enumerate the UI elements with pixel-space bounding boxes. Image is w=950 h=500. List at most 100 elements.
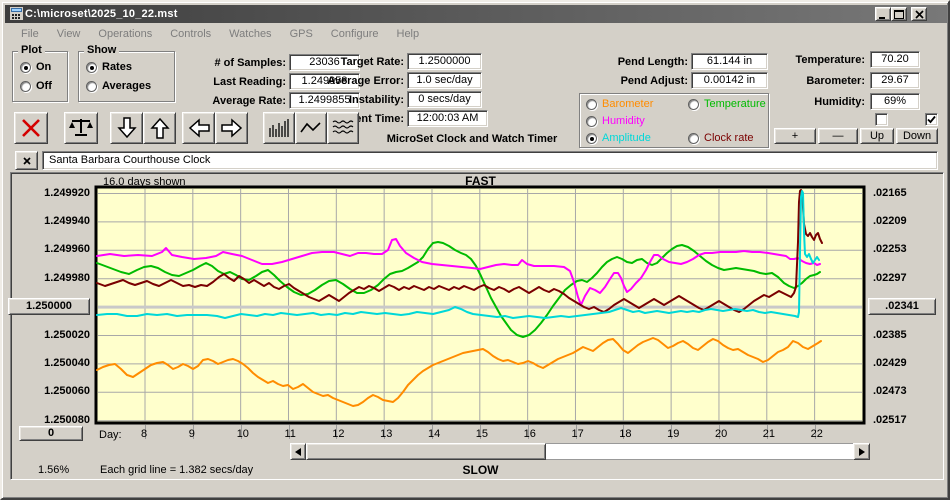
right-axis-label: .02473	[873, 385, 907, 398]
title-bar[interactable]: C:\microset\2025_10_22.mst	[5, 5, 947, 23]
left-axis-button[interactable]: 1.250000	[8, 298, 90, 316]
plot-group-label: Plot	[18, 44, 45, 56]
left-axis-label: 1.250080	[44, 413, 90, 426]
chart-canvas[interactable]	[94, 185, 866, 425]
down-button[interactable]: Down	[896, 128, 938, 144]
right-axis-label: .02517	[873, 413, 907, 426]
day-label: 21	[762, 428, 776, 440]
radio-trace-barometer[interactable]: Barometer	[586, 98, 653, 110]
right-triangle-icon	[858, 447, 865, 456]
env-checkbox-2[interactable]	[925, 113, 938, 126]
target-rate-label: Target Rate:	[340, 56, 404, 68]
plus-button[interactable]: +	[774, 128, 816, 144]
small-x-icon	[22, 156, 31, 165]
day-label: 19	[667, 428, 680, 440]
app-window: C:\microset\2025_10_22.mst File View Opera…	[0, 0, 950, 500]
pend-length-value: 61.144 in	[691, 53, 768, 70]
menu-gps[interactable]: GPS	[281, 28, 322, 40]
menu-view[interactable]: View	[48, 28, 90, 40]
day-label: 9	[188, 428, 195, 440]
right-axis-button[interactable]: .02341	[868, 298, 936, 316]
clock-name-input[interactable]: Santa Barbara Courthouse Clock	[42, 151, 938, 170]
show-group-label: Show	[84, 44, 120, 56]
instability-value: 0 secs/day	[407, 91, 482, 108]
shift-down-button[interactable]	[110, 112, 143, 144]
scrollbar-right-button[interactable]	[853, 443, 870, 460]
radio-show-averages[interactable]: Averages	[86, 80, 151, 92]
day-axis-prefix: Day:	[99, 429, 122, 441]
minimize-button[interactable]	[875, 7, 891, 21]
pend-adjust-label: Pend Adjust:	[620, 75, 688, 87]
scrollbar-left-button[interactable]	[290, 443, 306, 460]
radio-trace-humidity[interactable]: Humidity	[586, 115, 645, 127]
plot-group: Plot On Off	[12, 44, 68, 102]
multi-trace-view-button[interactable]	[327, 112, 359, 144]
line-view-button[interactable]	[295, 112, 327, 144]
average-error-label: Average Error:	[327, 75, 404, 87]
samples-label: # of Samples:	[214, 57, 286, 69]
scroll-right-toolbar-button[interactable]	[215, 112, 248, 144]
histogram-icon	[269, 119, 289, 137]
slow-label: SLOW	[462, 463, 499, 477]
day-label: 20	[715, 428, 728, 440]
scrollbar-thumb[interactable]	[306, 443, 546, 460]
left-axis-label: 1.249980	[44, 271, 90, 284]
radio-icon	[86, 61, 97, 73]
pend-adjust-value: 0.00142 in	[691, 72, 768, 89]
menu-configure[interactable]: Configure	[322, 28, 388, 40]
radio-icon	[86, 80, 97, 92]
humidity-label: Humidity:	[814, 96, 865, 108]
day-label: 10	[236, 428, 249, 440]
barometer-label: Barometer:	[806, 75, 865, 87]
shift-up-button[interactable]	[143, 112, 176, 144]
close-button[interactable]	[911, 7, 927, 21]
wavy-lines-icon	[332, 120, 354, 134]
left-axis-label: 1.249920	[44, 186, 90, 199]
app-icon	[10, 7, 23, 23]
menu-bar: File View Operations Controls Watches GPS Conf…	[6, 25, 948, 42]
zigzag-line-icon	[300, 122, 321, 133]
current-time-value: 12:00:03 AM	[407, 110, 488, 127]
trace-selector-group: Barometer Humidity Amplitude Temperature…	[579, 93, 769, 148]
maximize-button[interactable]	[891, 7, 907, 21]
radio-show-rates[interactable]: Rates	[86, 61, 132, 73]
right-axis-label: .02385	[873, 328, 907, 341]
left-axis-label: 1.250040	[44, 356, 90, 369]
day-label: 8	[141, 428, 148, 440]
minus-button[interactable]: —	[818, 128, 858, 144]
menu-watches[interactable]: Watches	[220, 28, 280, 40]
day-label: 12	[332, 428, 345, 440]
last-reading-label: Last Reading:	[213, 76, 286, 88]
menu-controls[interactable]: Controls	[161, 28, 220, 40]
menu-help[interactable]: Help	[388, 28, 429, 40]
down-arrow-icon	[116, 117, 137, 139]
histogram-view-button[interactable]	[263, 112, 295, 144]
radio-trace-temperature[interactable]: Temperature	[688, 98, 766, 110]
window-title: C:\microset\2025_10_22.mst	[25, 8, 178, 20]
up-arrow-icon	[149, 117, 170, 139]
day-label: 14	[428, 428, 441, 440]
humidity-value: 69%	[870, 93, 920, 110]
zero-button[interactable]: 0	[19, 426, 83, 441]
right-axis-label: .02429	[873, 356, 907, 369]
app-caption: MicroSet Clock and Watch Timer	[386, 133, 558, 145]
day-label: 11	[284, 428, 296, 440]
radio-plot-off[interactable]: Off	[20, 80, 52, 92]
radio-plot-on[interactable]: On	[20, 61, 51, 73]
up-button[interactable]: Up	[860, 128, 894, 144]
delete-button[interactable]	[14, 112, 48, 144]
balance-scale-icon	[69, 119, 93, 136]
menu-file[interactable]: File	[12, 28, 48, 40]
radio-icon	[20, 61, 31, 73]
balance-button[interactable]	[64, 112, 98, 144]
radio-trace-amplitude[interactable]: Amplitude	[586, 132, 651, 144]
menu-operations[interactable]: Operations	[89, 28, 161, 40]
pend-length-label: Pend Length:	[617, 56, 688, 68]
left-axis-label: 1.249940	[44, 214, 90, 227]
clear-name-button[interactable]	[15, 151, 38, 170]
scroll-left-toolbar-button[interactable]	[182, 112, 215, 144]
radio-trace-clock-rate[interactable]: Clock rate	[688, 132, 754, 144]
right-arrow-icon	[220, 118, 242, 138]
env-checkbox-1[interactable]	[875, 113, 888, 126]
left-triangle-icon	[295, 447, 301, 456]
